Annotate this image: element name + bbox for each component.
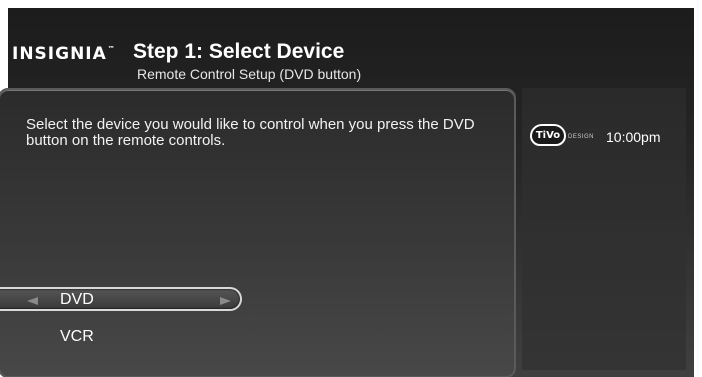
page-title: Step 1: Select Device: [133, 40, 345, 63]
arrow-right-icon[interactable]: [220, 297, 231, 305]
page-subtitle: Remote Control Setup (DVD button): [137, 66, 362, 82]
clock-time: 10:00pm: [606, 129, 661, 145]
instruction-text: Select the device you would like to cont…: [26, 116, 475, 149]
tivo-design-label: DESIGN: [568, 134, 595, 140]
brand-name: INSIGNIA: [12, 44, 107, 64]
header: INSIGNIA ™ Step 1: Select Device Remote C…: [0, 0, 686, 86]
option-dvd[interactable]: DVD: [60, 291, 94, 309]
tivo-logo: TiVo: [530, 124, 566, 146]
insignia-logo: INSIGNIA ™: [12, 44, 116, 64]
trademark-mark: ™: [107, 45, 116, 53]
option-vcr[interactable]: VCR: [60, 328, 94, 346]
arrow-left-icon[interactable]: [27, 297, 38, 305]
